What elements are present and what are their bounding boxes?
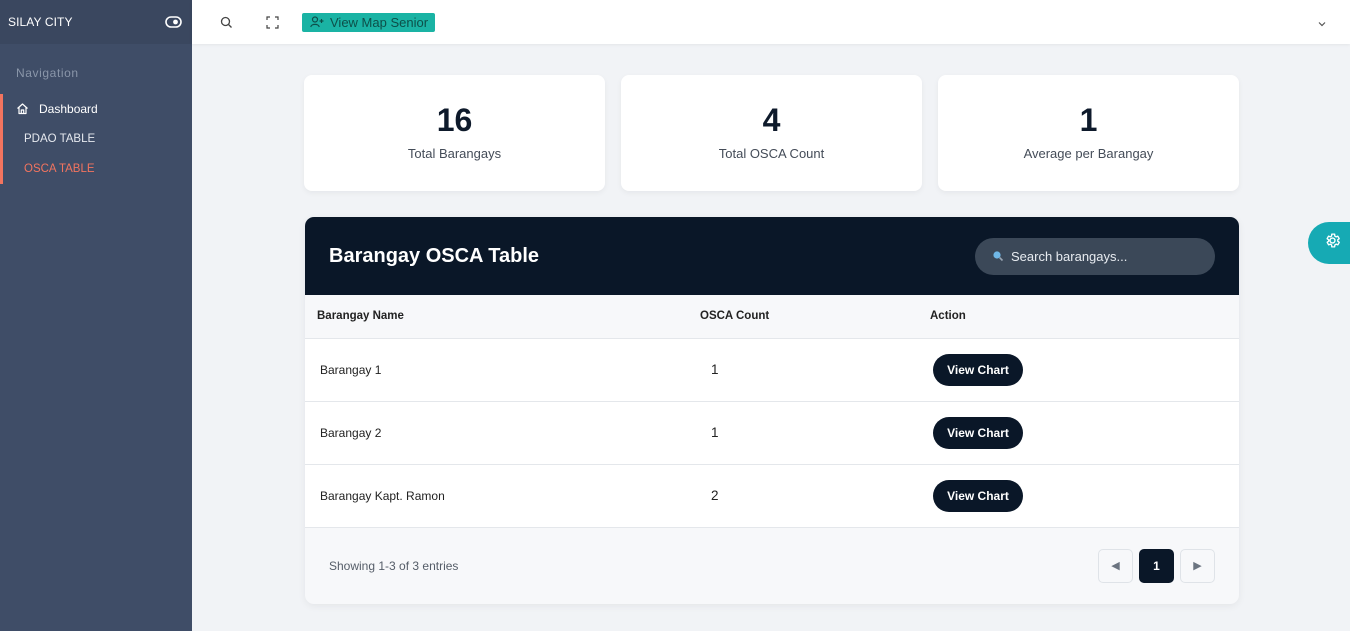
prev-page-button[interactable]: ◀ xyxy=(1098,548,1133,583)
search-icon[interactable] xyxy=(216,12,236,32)
top-header: View Map Senior xyxy=(192,0,1350,44)
fullscreen-icon[interactable] xyxy=(262,12,282,32)
osca-count-cell: 1 xyxy=(711,362,719,377)
nav-caption: Navigation xyxy=(16,66,79,80)
stat-value: 1 xyxy=(1079,102,1098,138)
barangay-name-cell: Barangay 1 xyxy=(320,362,382,377)
nav-list: Dashboard PDAO TABLE OSCA TABLE xyxy=(0,94,192,184)
table-footer: Showing 1-3 of 3 entries ◀ 1 ▶ xyxy=(305,528,1239,604)
table-header-row: Barangay Name OSCA Count Action xyxy=(305,295,1239,339)
stat-value: 16 xyxy=(436,102,473,138)
search-box[interactable] xyxy=(975,237,1215,275)
panel-title: Barangay OSCA Table xyxy=(329,244,540,267)
stat-label: Average per Barangay xyxy=(1023,146,1154,161)
column-header-osca-count: OSCA Count xyxy=(700,295,930,339)
home-icon xyxy=(16,102,30,116)
stat-label: Total OSCA Count xyxy=(718,146,825,161)
osca-table: Barangay Name OSCA Count Action Barangay… xyxy=(305,295,1239,528)
sidebar-item-label: PDAO TABLE xyxy=(24,133,96,145)
page-button-1[interactable]: 1 xyxy=(1139,548,1174,583)
osca-count-cell: 1 xyxy=(711,425,719,440)
next-page-button[interactable]: ▶ xyxy=(1180,548,1215,583)
stat-label: Total Barangays xyxy=(407,146,502,161)
barangay-name-cell: Barangay 2 xyxy=(320,425,382,440)
sidebar: SILAY CITY Navigation Dashboard PDAO TAB… xyxy=(0,0,192,631)
chevron-down-icon[interactable] xyxy=(1318,14,1326,32)
eye-toggle-icon[interactable] xyxy=(164,13,182,31)
stat-card-total-barangays: 16 Total Barangays xyxy=(304,75,605,191)
barangay-name-cell: Barangay Kapt. Ramon xyxy=(320,488,445,503)
sidebar-item-label: OSCA TABLE xyxy=(24,163,95,175)
entries-info: Showing 1-3 of 3 entries xyxy=(329,558,459,573)
stat-value: 4 xyxy=(762,102,781,138)
table-row: Barangay 1 1 View Chart xyxy=(305,338,1239,401)
panel-header: Barangay OSCA Table xyxy=(305,217,1239,295)
column-header-barangay-name: Barangay Name xyxy=(305,295,700,339)
sidebar-item-label: Dashboard xyxy=(39,102,98,116)
column-header-action: Action xyxy=(930,295,1239,339)
osca-count-cell: 2 xyxy=(711,488,719,503)
brand-name: SILAY CITY xyxy=(8,15,73,29)
table-row: Barangay 2 1 View Chart xyxy=(305,401,1239,464)
view-map-senior-label: View Map Senior xyxy=(330,14,429,30)
view-chart-button[interactable]: View Chart xyxy=(933,479,1023,512)
osca-table-panel: Barangay OSCA Table Barangay Name OSCA C… xyxy=(305,217,1239,604)
stat-card-average-per-barangay: 1 Average per Barangay xyxy=(938,75,1239,191)
search-icon xyxy=(992,250,1004,262)
sidebar-item-dashboard[interactable]: Dashboard xyxy=(3,94,192,124)
stat-card-total-osca-count: 4 Total OSCA Count xyxy=(621,75,922,191)
settings-button[interactable] xyxy=(1308,222,1350,264)
table-row: Barangay Kapt. Ramon 2 View Chart xyxy=(305,464,1239,527)
sidebar-brand: SILAY CITY xyxy=(0,0,192,44)
view-chart-button[interactable]: View Chart xyxy=(933,416,1023,449)
user-plus-icon xyxy=(310,16,324,28)
pagination: ◀ 1 ▶ xyxy=(1098,548,1215,583)
gear-icon xyxy=(1324,232,1341,254)
view-chart-button[interactable]: View Chart xyxy=(933,353,1023,386)
view-map-senior-button[interactable]: View Map Senior xyxy=(302,12,436,32)
search-input[interactable] xyxy=(1011,248,1201,264)
sidebar-item-osca-table[interactable]: OSCA TABLE xyxy=(3,154,192,184)
sidebar-item-pdao-table[interactable]: PDAO TABLE xyxy=(3,124,192,154)
